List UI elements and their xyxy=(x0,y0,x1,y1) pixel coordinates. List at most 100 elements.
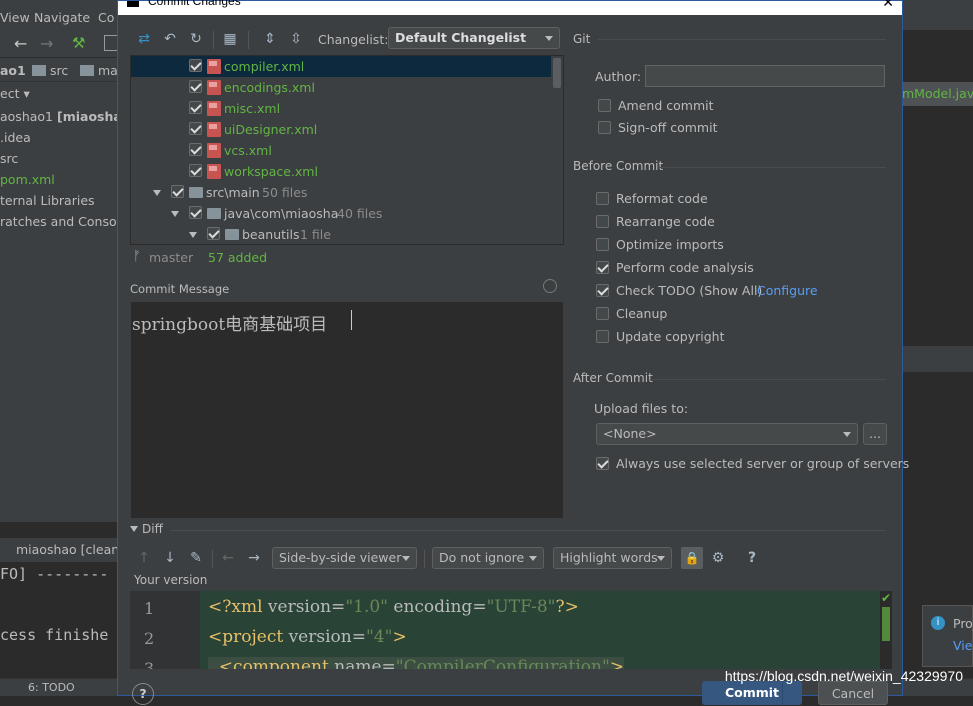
scroll-thumb[interactable] xyxy=(882,607,890,641)
arrow-up-icon[interactable]: ↑ xyxy=(136,550,152,566)
project-root[interactable]: aoshao1 [miaosha] xyxy=(0,107,128,127)
folder-checkbox[interactable] xyxy=(189,206,202,219)
rollback-icon[interactable]: ↶ xyxy=(162,31,178,47)
diff-arrows-icon[interactable]: ⇄ xyxy=(136,31,152,47)
project-item-libraries[interactable]: ternal Libraries xyxy=(0,191,95,211)
checkbox[interactable] xyxy=(596,192,609,205)
menu-view[interactable]: View xyxy=(0,10,30,25)
todo-tab[interactable]: 6: TODO xyxy=(28,681,75,694)
project-item-pom[interactable]: pom.xml xyxy=(0,170,55,190)
file-checkbox[interactable] xyxy=(189,101,202,114)
folder-checkbox[interactable] xyxy=(207,227,220,240)
tree-row-encodings[interactable]: encodings.xml xyxy=(131,77,551,98)
notification-link[interactable]: Vie xyxy=(953,638,972,653)
breadcrumb-main[interactable]: ma xyxy=(98,63,118,78)
build-hammer-icon[interactable]: ⚒ xyxy=(72,34,85,52)
collapse-arrow-icon[interactable] xyxy=(130,526,138,532)
tree-row-beanutils[interactable]: beanutils 1 file xyxy=(131,224,551,244)
breadcrumb-src[interactable]: src xyxy=(50,63,68,78)
expand-arrow-icon[interactable] xyxy=(153,190,161,196)
editor-scrollbar[interactable]: ✔ xyxy=(880,591,892,669)
upload-server-select[interactable]: <None> xyxy=(596,423,858,445)
checkbox[interactable] xyxy=(596,457,609,470)
group-by-icon[interactable]: ▦ xyxy=(222,31,238,47)
back-icon[interactable]: ← xyxy=(14,34,27,53)
checkbox[interactable] xyxy=(596,307,609,320)
menu-code[interactable]: Co xyxy=(98,10,114,25)
tree-row-uidesigner[interactable]: uiDesigner.xml xyxy=(131,119,551,140)
changelist-select[interactable]: Default Changelist xyxy=(388,27,560,49)
chevron-down-icon[interactable] xyxy=(782,681,802,705)
folder-checkbox[interactable] xyxy=(171,185,184,198)
commit-message-input[interactable]: springboot电商基础项目 xyxy=(130,301,564,519)
project-view-selector[interactable]: ect ▾ xyxy=(0,84,30,104)
tree-scrollbar[interactable] xyxy=(553,58,561,88)
line-number: 2 xyxy=(144,629,155,648)
checkbox[interactable] xyxy=(596,330,609,343)
breadcrumb: ao1 src ma xyxy=(0,58,130,82)
forward-icon[interactable]: → xyxy=(40,34,53,53)
run-config-icon[interactable] xyxy=(104,35,118,51)
project-item-src[interactable]: src xyxy=(0,149,18,169)
expand-arrow-icon[interactable] xyxy=(171,211,179,217)
lock-icon[interactable]: 🔒 xyxy=(681,547,703,569)
arrow-right-icon[interactable]: → xyxy=(246,550,262,566)
menu-navigate[interactable]: Navigate xyxy=(34,10,90,25)
file-checkbox[interactable] xyxy=(189,80,202,93)
diff-section-header[interactable]: Diff xyxy=(130,521,886,539)
diff-toolbar: ↑ ↓ ✎ ← → Side-by-side viewer Do not ign… xyxy=(130,546,890,572)
viewer-select[interactable]: Side-by-side viewer xyxy=(272,547,417,569)
file-count: 50 files xyxy=(262,185,308,200)
configure-link[interactable]: Configure xyxy=(757,283,818,298)
cancel-button[interactable]: Cancel xyxy=(818,681,888,705)
chevron-down-icon xyxy=(529,556,537,561)
history-clock-icon[interactable] xyxy=(543,279,557,293)
close-icon[interactable]: ✕ xyxy=(882,0,894,11)
checkbox[interactable] xyxy=(596,238,609,251)
highlight-select[interactable]: Highlight words xyxy=(553,547,672,569)
edit-icon[interactable]: ✎ xyxy=(188,550,204,566)
collapse-all-icon[interactable]: ⇳ xyxy=(288,31,304,47)
notification-popup[interactable]: i Proj Vie xyxy=(922,605,973,667)
tree-row-src-main[interactable]: src\main 50 files xyxy=(131,182,551,203)
editor-tab[interactable]: mModel.java xyxy=(902,82,973,106)
diff-editor[interactable]: 1 2 3 <?xml version="1.0" encoding="UTF-… xyxy=(130,591,890,669)
expand-arrow-icon[interactable] xyxy=(189,232,197,238)
checkbox[interactable] xyxy=(598,99,611,112)
tree-row-compiler[interactable]: compiler.xml xyxy=(131,56,551,77)
expand-all-icon[interactable]: ⇕ xyxy=(262,31,278,47)
arrow-down-icon[interactable]: ↓ xyxy=(162,550,178,566)
ide-toolbar: ← → ⚒ xyxy=(0,30,130,58)
file-checkbox[interactable] xyxy=(189,122,202,135)
checkbox[interactable] xyxy=(596,215,609,228)
project-item-idea[interactable]: .idea xyxy=(0,128,31,148)
tree-row-vcs[interactable]: vcs.xml xyxy=(131,140,551,161)
checkbox[interactable] xyxy=(596,261,609,274)
checkbox[interactable] xyxy=(598,121,611,134)
file-checkbox[interactable] xyxy=(189,59,202,72)
whitespace-select[interactable]: Do not ignore xyxy=(432,547,544,569)
tree-row-workspace[interactable]: workspace.xml xyxy=(131,161,551,182)
commit-button[interactable]: Commit xyxy=(702,681,802,705)
help-icon[interactable]: ? xyxy=(744,550,760,566)
author-input[interactable] xyxy=(645,65,885,87)
run-console: FO] -------- cess finishe xyxy=(0,562,130,678)
tree-row-misc[interactable]: misc.xml xyxy=(131,98,551,119)
tree-row-java[interactable]: java\com\miaosha 40 files xyxy=(131,203,551,224)
arrow-left-icon[interactable]: ← xyxy=(220,550,236,566)
gear-icon[interactable]: ⚙ xyxy=(710,550,726,566)
project-item-scratches[interactable]: ratches and Console xyxy=(0,212,128,232)
chevron-down-icon xyxy=(657,556,665,561)
console-line: cess finishe xyxy=(0,626,109,644)
help-button[interactable]: ? xyxy=(132,683,154,705)
file-checkbox[interactable] xyxy=(189,164,202,177)
breadcrumb-project[interactable]: ao1 xyxy=(0,63,26,78)
file-checkbox[interactable] xyxy=(189,143,202,156)
run-title: miaoshao [clean] xyxy=(16,542,125,557)
browse-servers-button[interactable]: ... xyxy=(863,423,887,445)
added-count: 57 added xyxy=(208,250,268,265)
refresh-icon[interactable]: ↻ xyxy=(188,31,204,47)
checkmark-icon: ✔ xyxy=(881,591,892,605)
checkbox[interactable] xyxy=(596,284,609,297)
branch-icon: ᚠ xyxy=(133,249,141,264)
